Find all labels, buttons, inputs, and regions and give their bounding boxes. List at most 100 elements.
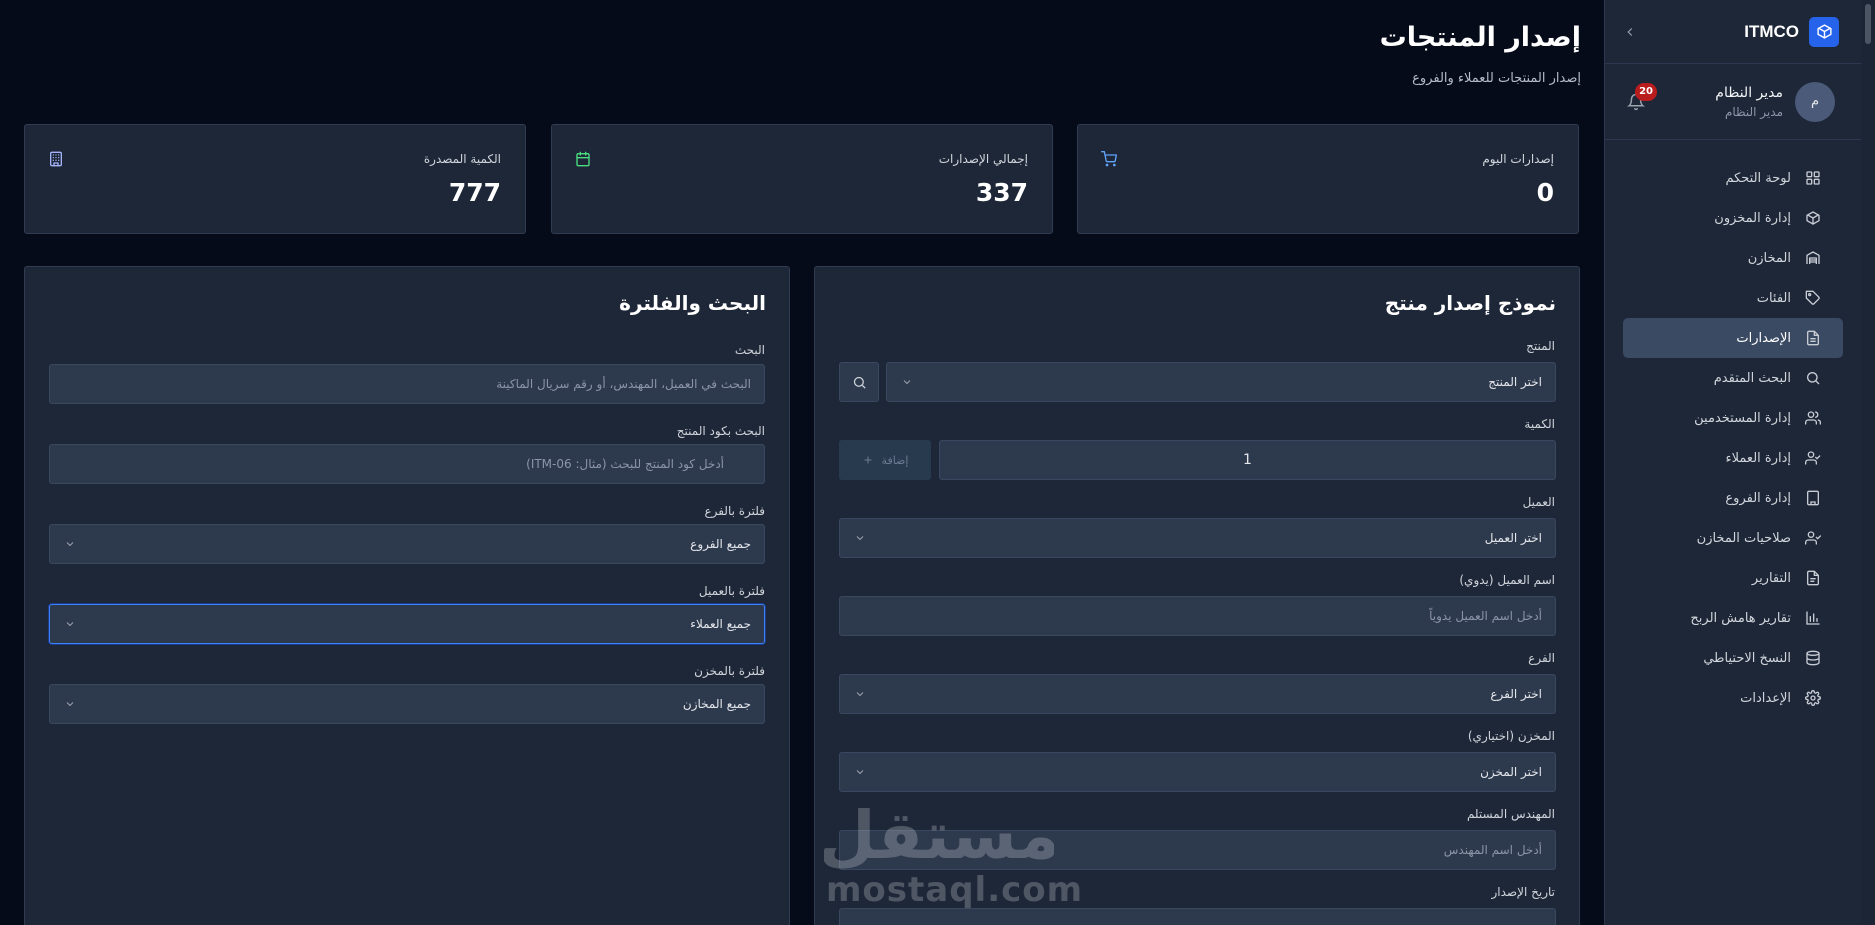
calendar-icon (576, 151, 590, 167)
main-content: إصدار المنتجات إصدار المنتجات للعملاء وا… (0, 0, 1604, 925)
brand-name: ITMCO (1744, 21, 1799, 41)
sidebar-item-label: الفئات (1756, 290, 1791, 306)
client-filter-label: فلترة بالعميل (698, 584, 765, 598)
sidebar-item-reports[interactable]: التقارير (1623, 558, 1843, 598)
avatar[interactable]: م (1795, 81, 1835, 122)
stat-label: إجمالي الإصدارات (938, 152, 1028, 166)
sidebar-item-label: التقارير (1751, 570, 1791, 586)
sidebar-item-label: النسخ الاحتياطي (1703, 650, 1791, 666)
product-search-button[interactable] (839, 362, 879, 402)
box-icon (1816, 24, 1832, 39)
issue-date-label: تاريخ الإصدار (1491, 885, 1556, 899)
user-panel: م مدير النظام مدير النظام 20 (1605, 64, 1861, 140)
warehouse-filter-value: جميع المخازن (682, 697, 751, 711)
tag-icon (1805, 290, 1820, 305)
sidebar-item-profit-reports[interactable]: تقارير هامش الربح (1623, 598, 1843, 638)
client-select[interactable]: اختر العميل (839, 518, 1556, 558)
database-icon (1806, 650, 1820, 666)
stat-label: الكمية المصدرة (423, 152, 501, 166)
product-code-label: البحث بكود المنتج (676, 424, 765, 438)
sidebar-nav: لوحة التحكم إدارة المخزون المخازن الفئات… (1605, 158, 1861, 718)
client-filter-select[interactable]: جميع العملاء (49, 604, 765, 644)
client-filter-value: جميع العملاء (690, 617, 751, 631)
sidebar-item-label: الإصدارات (1736, 330, 1791, 346)
engineer-label: المهندس المستلم (1466, 807, 1555, 821)
issue-date-input[interactable] (839, 908, 1556, 925)
notification-badge: 20 (1635, 82, 1657, 101)
stat-value: 0 (1536, 178, 1554, 207)
sidebar: ITMCO م مدير النظام مدير النظام 20 لوحة … (1604, 0, 1861, 925)
add-button[interactable]: إضافة (839, 440, 931, 480)
plus-icon (864, 456, 872, 464)
sidebar-item-label: الإعدادات (1740, 690, 1791, 706)
search-label: البحث (734, 343, 765, 357)
bar-chart-icon (1806, 611, 1820, 625)
sidebar-item-label: إدارة الفروع (1725, 490, 1791, 506)
product-select-value: اختر المنتج (1488, 375, 1542, 389)
warehouse-select-value: اختر المخزن (1480, 765, 1542, 779)
brand-logo (1809, 16, 1839, 47)
sidebar-item-issues[interactable]: الإصدارات (1623, 318, 1843, 358)
sidebar-collapse-button[interactable] (1623, 25, 1637, 39)
document-icon (1807, 330, 1819, 346)
page-subtitle: إصدار المنتجات للعملاء والفروع (1412, 71, 1581, 86)
sidebar-item-users[interactable]: إدارة المستخدمين (1623, 398, 1843, 438)
quantity-label: الكمية (1524, 417, 1555, 431)
issue-form-title: نموذج إصدار منتج (1384, 291, 1556, 315)
page-scrollbar[interactable] (1861, 0, 1875, 925)
add-button-label: إضافة (881, 453, 909, 467)
chevron-down-icon (856, 536, 864, 541)
warehouse-filter-select[interactable]: جميع المخازن (49, 684, 765, 724)
notifications-button[interactable]: 20 (1627, 82, 1657, 111)
search-icon (853, 376, 866, 389)
chevron-down-icon (856, 692, 864, 697)
user-permission-icon (1805, 531, 1821, 545)
sidebar-item-label: المخازن (1747, 250, 1791, 266)
branch-select[interactable]: اختر الفرع (839, 674, 1556, 714)
sidebar-item-inventory[interactable]: إدارة المخزون (1623, 198, 1843, 238)
quantity-input[interactable]: 1 (939, 440, 1556, 480)
gear-icon (1805, 690, 1821, 706)
product-code-input[interactable]: أدخل كود المنتج للبحث (مثال: ITM-06) (49, 444, 765, 484)
grid-icon (1806, 171, 1820, 185)
chevron-down-icon (66, 622, 74, 627)
sidebar-header: ITMCO (1605, 0, 1861, 64)
sidebar-item-backup[interactable]: النسخ الاحتياطي (1623, 638, 1843, 678)
product-select[interactable]: اختر المنتج (886, 362, 1556, 402)
sidebar-item-label: البحث المتقدم (1713, 370, 1791, 386)
stat-label: إصدارات اليوم (1482, 152, 1554, 166)
page-title: إصدار المنتجات (1379, 22, 1581, 53)
stat-card-quantity: الكمية المصدرة 777 (24, 124, 526, 234)
chevron-left-icon (1627, 27, 1633, 36)
branch-filter-select[interactable]: جميع الفروع (49, 524, 765, 564)
client-select-value: اختر العميل (1484, 531, 1542, 545)
manual-client-label: اسم العميل (يدوي) (1459, 573, 1555, 587)
sidebar-item-label: تقارير هامش الربح (1690, 610, 1791, 626)
report-icon (1807, 570, 1819, 586)
sidebar-item-warehouses[interactable]: المخازن (1623, 238, 1843, 278)
search-input[interactable]: البحث في العميل، المهندس، أو رقم سريال ا… (49, 364, 765, 404)
stat-value: 337 (975, 178, 1028, 207)
scrollbar-thumb[interactable] (1865, 4, 1871, 44)
sidebar-item-branches[interactable]: إدارة الفروع (1623, 478, 1843, 518)
sidebar-item-categories[interactable]: الفئات (1623, 278, 1843, 318)
chevron-down-icon (66, 542, 74, 547)
search-icon (1807, 372, 1820, 385)
warehouse-select[interactable]: اختر المخزن (839, 752, 1556, 792)
user-name: مدير النظام (1715, 84, 1783, 101)
sidebar-item-advanced-search[interactable]: البحث المتقدم (1623, 358, 1843, 398)
sidebar-item-warehouse-permissions[interactable]: صلاحيات المخازن (1623, 518, 1843, 558)
sidebar-item-dashboard[interactable]: لوحة التحكم (1623, 158, 1843, 198)
branch-select-value: اختر الفرع (1490, 687, 1542, 701)
manual-client-input[interactable]: أدخل اسم العميل يدوياً (839, 596, 1556, 636)
box-icon (1806, 211, 1820, 225)
user-info: مدير النظام مدير النظام (1715, 85, 1783, 119)
product-label: المنتج (1526, 339, 1555, 353)
sidebar-item-settings[interactable]: الإعدادات (1623, 678, 1843, 718)
warehouse-label: المخزن (اختياري) (1467, 729, 1555, 743)
sidebar-item-clients[interactable]: إدارة العملاء (1623, 438, 1843, 478)
user-check-icon (1805, 451, 1821, 465)
branch-label: الفرع (1528, 651, 1555, 665)
engineer-input[interactable]: أدخل اسم المهندس (839, 830, 1556, 870)
sidebar-item-label: إدارة المخزون (1714, 210, 1791, 226)
